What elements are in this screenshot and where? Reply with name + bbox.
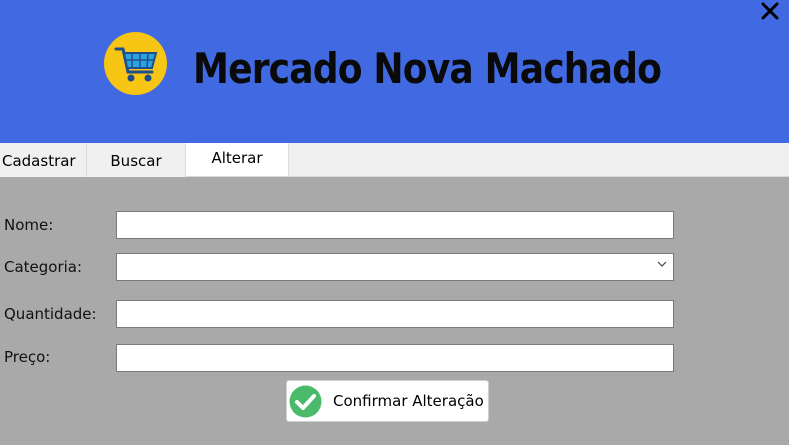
nome-label: Nome:	[4, 216, 54, 234]
nome-field[interactable]	[116, 211, 674, 239]
quantidade-label: Quantidade:	[4, 305, 97, 323]
shopping-cart-icon	[104, 32, 167, 95]
close-icon[interactable]	[759, 0, 781, 22]
app-header: Mercado Nova Machado	[0, 0, 789, 143]
tab-alterar[interactable]: Alterar	[186, 143, 289, 176]
tab-buscar[interactable]: Buscar	[87, 144, 186, 177]
confirm-button-label: Confirmar Alteração	[333, 392, 484, 410]
preco-label: Preço:	[4, 348, 51, 366]
categoria-select[interactable]	[116, 253, 674, 281]
tab-bar: Cadastrar Buscar Alterar	[0, 143, 789, 177]
chevron-down-icon	[657, 259, 667, 272]
tab-cadastrar[interactable]: Cadastrar	[0, 144, 87, 177]
check-circle-icon	[289, 385, 322, 418]
preco-field[interactable]	[116, 344, 674, 372]
app-title: Mercado Nova Machado	[193, 44, 662, 93]
quantidade-field[interactable]	[116, 300, 674, 328]
confirm-alteration-button[interactable]: Confirmar Alteração	[286, 380, 489, 422]
categoria-label: Categoria:	[4, 258, 83, 276]
